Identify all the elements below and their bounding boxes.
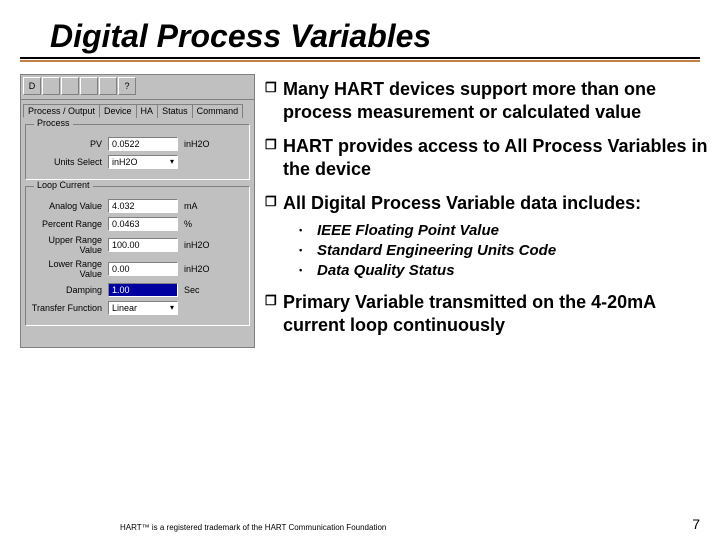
bullet-text: Many HART devices support more than one … — [283, 78, 710, 123]
group-process-label: Process — [34, 118, 73, 128]
units-select-label: Units Select — [30, 157, 108, 167]
sub-bullet-text: Standard Engineering Units Code — [317, 241, 556, 261]
row-field[interactable]: 0.0463 — [108, 217, 178, 231]
row-unit: Sec — [178, 285, 218, 295]
page-number: 7 — [692, 516, 700, 532]
row-field[interactable]: 100.00 — [108, 238, 178, 252]
group-process: Process PV 0.0522 inH2O Units Select inH… — [25, 124, 250, 180]
tab-process-output[interactable]: Process / Output — [23, 104, 100, 118]
bullet-text: Primary Variable transmitted on the 4-20… — [283, 291, 710, 336]
tab-status[interactable]: Status — [157, 104, 193, 118]
bullet-text: All Digital Process Variable data includ… — [283, 192, 641, 215]
toolbar-button[interactable] — [42, 77, 60, 95]
bullet-icon: ❒ — [265, 291, 283, 336]
sub-bullet-icon: • — [299, 241, 317, 261]
tab-ha[interactable]: HA — [136, 104, 159, 118]
row-label: Percent Range — [30, 219, 108, 229]
row-unit: mA — [178, 201, 218, 211]
tab-command[interactable]: Command — [192, 104, 244, 118]
row-field[interactable]: 4.032 — [108, 199, 178, 213]
group-loop-current: Loop Current Analog Value 4.032 mA Perce… — [25, 186, 250, 326]
toolbar-button[interactable] — [99, 77, 117, 95]
row-unit: inH2O — [178, 264, 218, 274]
bullet-text: HART provides access to All Process Vari… — [283, 135, 710, 180]
slide-title: Digital Process Variables — [50, 18, 720, 55]
bullet-icon: ❒ — [265, 78, 283, 123]
row-label: Transfer Function — [30, 303, 108, 313]
row-label: Upper Range Value — [30, 235, 108, 255]
units-select-combo[interactable]: inH2O — [108, 155, 178, 169]
bullet-list: ❒ Many HART devices support more than on… — [265, 74, 710, 348]
pv-field[interactable]: 0.0522 — [108, 137, 178, 151]
row-label: Lower Range Value — [30, 259, 108, 279]
transfer-function-combo[interactable]: Linear — [108, 301, 178, 315]
pv-unit: inH2O — [178, 139, 218, 149]
sub-bullet-icon: • — [299, 261, 317, 281]
toolbar-help-button[interactable]: ? — [118, 77, 136, 95]
sub-bullet-icon: • — [299, 221, 317, 241]
row-unit: inH2O — [178, 240, 218, 250]
tab-device[interactable]: Device — [99, 104, 137, 118]
toolbar-button[interactable] — [61, 77, 79, 95]
damping-field[interactable]: 1.00 — [108, 283, 178, 297]
sub-bullet-text: Data Quality Status — [317, 261, 455, 281]
toolbar-button[interactable]: D — [23, 77, 41, 95]
software-screenshot-panel: D ? Process / Output Device HA Status Co… — [20, 74, 255, 348]
bullet-icon: ❒ — [265, 135, 283, 180]
divider-black — [20, 57, 700, 59]
bullet-icon: ❒ — [265, 192, 283, 215]
row-field[interactable]: 0.00 — [108, 262, 178, 276]
row-unit: % — [178, 219, 218, 229]
row-label: Analog Value — [30, 201, 108, 211]
row-label: Damping — [30, 285, 108, 295]
pv-label: PV — [30, 139, 108, 149]
toolbar: D ? — [21, 75, 254, 100]
trademark-footer: HART™ is a registered trademark of the H… — [120, 523, 386, 532]
group-loop-label: Loop Current — [34, 180, 93, 190]
toolbar-button[interactable] — [80, 77, 98, 95]
sub-bullet-text: IEEE Floating Point Value — [317, 221, 499, 241]
tab-strip: Process / Output Device HA Status Comman… — [21, 100, 254, 118]
